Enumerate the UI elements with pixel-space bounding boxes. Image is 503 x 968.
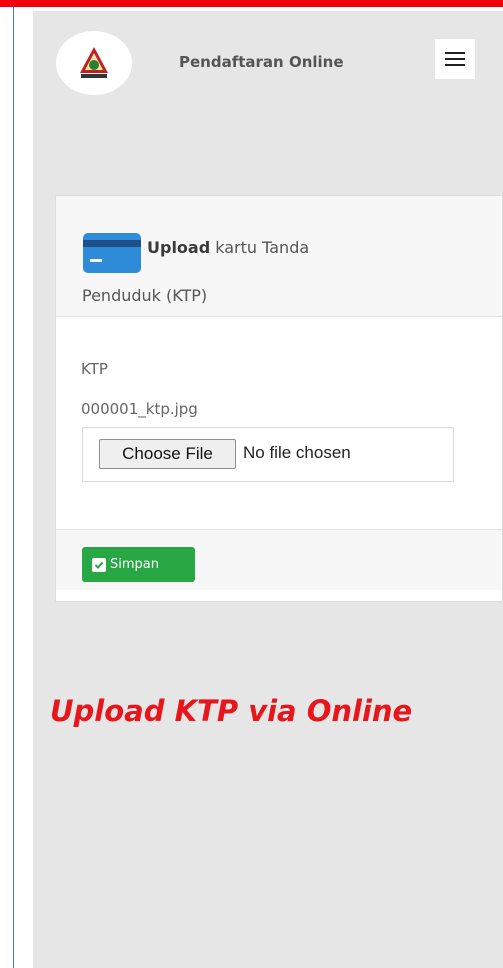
card-header: Upload kartu Tanda Penduduk (KTP) (56, 196, 502, 317)
card-title-line2: Penduduk (KTP) (82, 286, 208, 305)
card-footer: Simpan (56, 529, 502, 590)
navbar: Pendaftaran Online (33, 11, 503, 121)
caption-text: Upload KTP via Online (50, 694, 413, 728)
left-border-line (13, 7, 14, 968)
card-title: Upload kartu Tanda (147, 238, 309, 257)
menu-toggle-button[interactable] (435, 39, 475, 79)
id-card-icon (83, 233, 141, 273)
hamburger-icon (445, 52, 465, 66)
file-status-text: No file chosen (243, 443, 351, 462)
save-button[interactable]: Simpan (82, 547, 195, 582)
current-file-name[interactable]: 000001_ktp.jpg (81, 400, 198, 418)
top-red-bar (0, 0, 503, 7)
save-label: Simpan (110, 557, 159, 572)
ktp-file-input[interactable]: Choose File No file chosen (82, 427, 454, 482)
card-title-rest: kartu Tanda (210, 238, 310, 257)
logo[interactable] (56, 31, 132, 95)
emblem-icon (80, 47, 108, 78)
brand-title[interactable]: Pendaftaran Online (179, 53, 344, 71)
card-title-bold: Upload (147, 238, 211, 257)
ktp-field-label: KTP (81, 360, 108, 378)
check-square-icon (92, 557, 106, 572)
mobile-viewport: Pendaftaran Online Upload kartu Tanda Pe… (33, 11, 503, 968)
choose-file-button[interactable]: Choose File (99, 439, 236, 469)
